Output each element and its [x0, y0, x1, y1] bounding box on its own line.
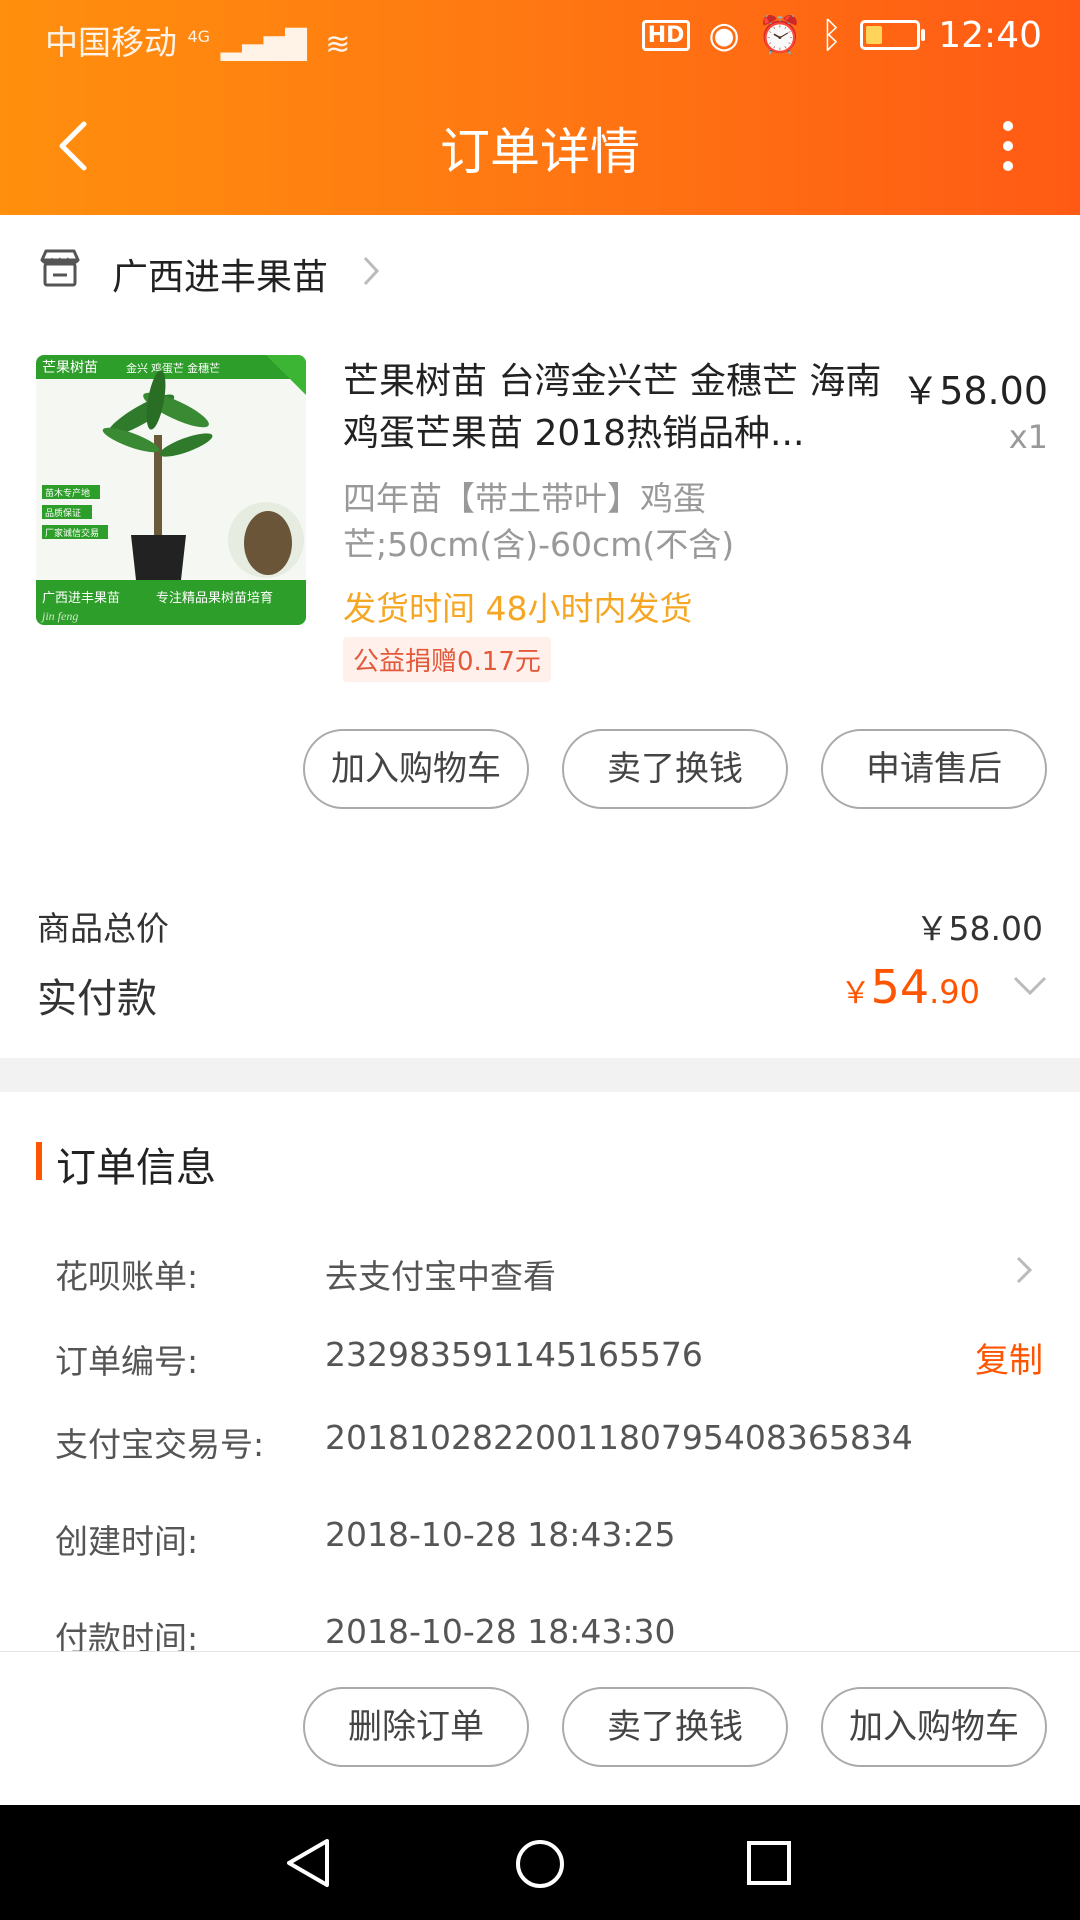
goods-total-value: ￥58.00	[915, 909, 1043, 948]
nav-back-icon[interactable]	[283, 1837, 333, 1889]
goods-total-label: 商品总价	[37, 909, 169, 948]
product-sku: 四年苗【带土带叶】鸡蛋芒;50cm(含)-60cm(不含)	[343, 479, 735, 564]
after-sale-button[interactable]: 申请售后	[821, 729, 1047, 809]
huabei-link[interactable]: 去支付宝中查看	[325, 1250, 556, 1298]
order-no-value: 232983591145165576	[325, 1335, 703, 1374]
bluetooth-icon: ᛒ	[820, 14, 843, 56]
image-badge-3: 厂家诚信交易	[45, 527, 99, 538]
add-to-cart-button-bottom[interactable]: 加入购物车	[821, 1687, 1047, 1767]
paid-decimal: .90	[929, 973, 980, 1011]
created-time-value: 2018-10-28 18:43:25	[325, 1515, 676, 1554]
huabei-label: 花呗账单:	[55, 1257, 199, 1296]
product-title[interactable]: 芒果树苗 台湾金兴芒 金穗芒 海南鸡蛋芒果苗 2018热销品种...	[343, 356, 883, 460]
chevron-right-icon[interactable]	[1014, 1254, 1034, 1286]
carrier-label: 中国移动	[45, 23, 177, 62]
paid-integer: 54	[870, 960, 930, 1014]
sell-button-bottom[interactable]: 卖了换钱	[562, 1687, 788, 1767]
section-divider	[0, 1058, 1080, 1092]
clock-time: 12:40	[938, 14, 1042, 56]
copy-button[interactable]: 复制	[975, 1333, 1043, 1382]
page-title: 订单详情	[440, 123, 640, 181]
image-bottom-right-text: 专注精品果树苗培育	[156, 590, 273, 605]
hd-icon: HD	[641, 19, 691, 51]
sell-button[interactable]: 卖了换钱	[562, 729, 788, 809]
more-icon[interactable]	[990, 118, 1026, 174]
image-bottom-left-text: 广西进丰果苗	[42, 590, 120, 605]
paid-label: 实付款	[37, 976, 157, 1022]
chevron-down-icon[interactable]	[1012, 973, 1048, 999]
status-right: HD ◉ ⏰ ᛒ 12:40	[641, 14, 1042, 56]
alipay-no-label: 支付宝交易号:	[55, 1425, 265, 1464]
ship-time: 发货时间 48小时内发货	[343, 589, 693, 628]
paid-amount: ￥54.90	[841, 960, 980, 1014]
eye-icon: ◉	[708, 14, 740, 56]
wifi-icon: ≋	[325, 27, 351, 62]
nav-home-icon[interactable]	[514, 1838, 566, 1890]
shop-name[interactable]: 广西进丰果苗	[112, 248, 328, 300]
status-bar: 中国移动 4G ▂▄▆█ ≋ HD ◉ ⏰ ᛒ 12:40	[0, 0, 1080, 75]
status-left: 中国移动 4G ▂▄▆█ ≋	[45, 16, 350, 64]
delete-order-button[interactable]: 删除订单	[303, 1687, 529, 1767]
system-navigation-bar	[0, 1805, 1080, 1920]
image-badge-2: 品质保证	[45, 507, 81, 518]
alipay-no-value: 2018102822001180795408365834	[325, 1418, 913, 1457]
section-accent-bar	[36, 1142, 42, 1180]
image-badge-1: 苗木专产地	[45, 487, 90, 498]
signal-icon: ▂▄▆█	[220, 28, 307, 61]
paid-currency: ￥	[840, 976, 871, 1011]
charity-badge: 公益捐赠0.17元	[343, 637, 551, 682]
order-no-label: 订单编号:	[55, 1342, 199, 1381]
product-price: ￥58.00	[901, 369, 1048, 413]
paid-time-value: 2018-10-28 18:43:30	[325, 1612, 676, 1651]
chevron-right-icon	[363, 256, 380, 286]
alarm-icon: ⏰	[757, 15, 803, 56]
order-info-title: 订单信息	[56, 1145, 216, 1191]
product-image[interactable]: 芒果树苗 金兴 鸡蛋芒 金穗芒 苗木专产地 品质保证 厂家诚信交易 广西进丰果苗…	[36, 355, 306, 625]
created-time-label: 创建时间:	[55, 1522, 199, 1561]
product-quantity: x1	[1008, 418, 1048, 456]
image-top-left-text: 芒果树苗	[42, 359, 98, 375]
nav-recents-icon[interactable]	[746, 1840, 792, 1886]
shop-icon	[40, 249, 80, 287]
image-top-middle-text: 金兴 鸡蛋芒 金穗芒	[126, 361, 220, 375]
battery-icon	[860, 20, 926, 50]
image-watermark-text: jin feng	[40, 609, 78, 623]
add-to-cart-button[interactable]: 加入购物车	[303, 729, 529, 809]
network-label: 4G	[187, 27, 211, 46]
